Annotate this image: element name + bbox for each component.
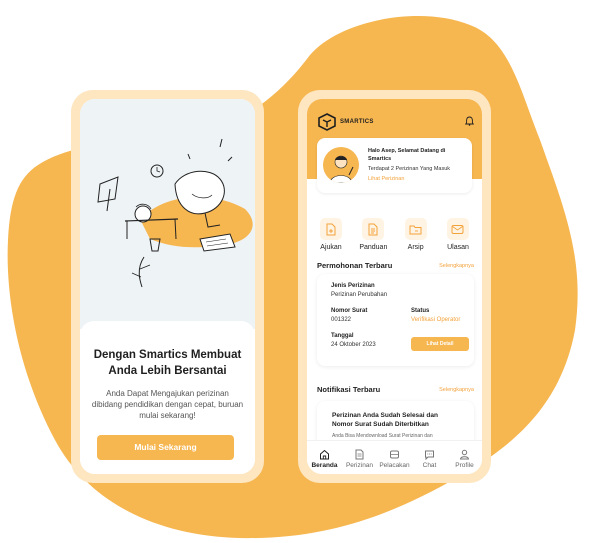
date-label: Tanggal bbox=[331, 333, 354, 339]
tab-label: Beranda bbox=[311, 461, 338, 469]
date-value: 24 Oktober 2023 bbox=[331, 342, 376, 348]
tab-label: Profile bbox=[455, 461, 474, 469]
view-permits-link[interactable]: Lihat Perizinan bbox=[368, 176, 468, 182]
tab-pelacakan[interactable]: Pelacakan bbox=[378, 449, 412, 469]
onboarding-screen: Dengan Smartics Membuat Anda Lebih Bersa… bbox=[80, 99, 255, 474]
onboarding-title: Dengan Smartics Membuat Anda Lebih Bersa… bbox=[93, 349, 242, 377]
notification-title: Perizinan Anda Sudah Selesai dan Nomor S… bbox=[332, 412, 438, 428]
requests-title: Permohonan Terbaru bbox=[317, 261, 393, 270]
start-button[interactable]: Mulai Sekarang bbox=[97, 435, 234, 460]
greeting-title: Halo Asep, Selamat Datang di Smartics bbox=[368, 148, 446, 162]
relax-illustration bbox=[80, 99, 255, 329]
scan-icon bbox=[390, 450, 399, 458]
menu-item-ulasan[interactable]: Ulasan bbox=[438, 218, 478, 251]
quick-menu: Ajukan Panduan Arsip Ulasan bbox=[311, 218, 478, 251]
document-icon bbox=[355, 449, 364, 459]
requests-header: Permohonan Terbaru Selengkapnya bbox=[317, 261, 474, 270]
tab-label: Perizinan bbox=[345, 461, 374, 469]
menu-item-ajukan[interactable]: Ajukan bbox=[311, 218, 351, 251]
requests-see-all-link[interactable]: Selengkapnya bbox=[439, 263, 474, 269]
folder-icon bbox=[404, 218, 427, 240]
greeting-subtitle: Terdapat 2 Perizinan Yang Masuk bbox=[368, 166, 451, 172]
home-icon bbox=[320, 449, 329, 459]
menu-item-panduan[interactable]: Panduan bbox=[353, 218, 393, 251]
letter-number-value: 001322 bbox=[331, 317, 352, 323]
notifications-header: Notifikasi Terbaru Selengkapnya bbox=[317, 385, 474, 394]
home-phone: SMARTICS Halo Asep, Selamat Datang di Sm… bbox=[298, 90, 491, 483]
app-logo: SMARTICS bbox=[317, 113, 374, 131]
tab-label: Chat bbox=[422, 461, 437, 469]
chat-icon bbox=[425, 450, 434, 460]
tab-label: Pelacakan bbox=[379, 461, 410, 469]
file-add-icon bbox=[320, 218, 342, 240]
avatar bbox=[323, 147, 359, 183]
view-detail-button[interactable]: Lihat Detail bbox=[411, 337, 469, 351]
permit-type-label: Jenis Perizinan bbox=[331, 283, 375, 289]
logo-icon bbox=[318, 113, 336, 131]
home-screen: SMARTICS Halo Asep, Selamat Datang di Sm… bbox=[307, 99, 482, 474]
bell-icon[interactable] bbox=[464, 113, 475, 131]
permit-type-value: Perizinan Perubahan bbox=[331, 292, 388, 298]
menu-label: Arsip bbox=[407, 244, 424, 251]
user-icon bbox=[459, 449, 470, 459]
status-value: Verifikasi Operator bbox=[411, 317, 461, 323]
onboarding-description: Anda Dapat Mengajukan perizinan dibidang… bbox=[91, 389, 244, 420]
notifications-title: Notifikasi Terbaru bbox=[317, 385, 381, 394]
menu-label: Ajukan bbox=[320, 244, 342, 251]
request-card[interactable]: Jenis Perizinan Perizinan Perubahan Nomo… bbox=[317, 274, 474, 366]
menu-label: Panduan bbox=[359, 244, 388, 251]
onboarding-phone: Dengan Smartics Membuat Anda Lebih Bersa… bbox=[71, 90, 264, 483]
status-label: Status bbox=[411, 308, 430, 314]
tab-profile[interactable]: Profile bbox=[448, 449, 482, 469]
menu-label: Ulasan bbox=[447, 244, 469, 251]
tab-beranda[interactable]: Beranda bbox=[308, 449, 342, 469]
letter-number-label: Nomor Surat bbox=[331, 308, 368, 314]
tab-chat[interactable]: Chat bbox=[413, 449, 447, 469]
menu-item-arsip[interactable]: Arsip bbox=[396, 218, 436, 251]
logo-text: SMARTICS bbox=[340, 119, 374, 125]
bottom-tab-bar: Beranda Perizinan Pelacakan Chat Profile bbox=[307, 440, 482, 474]
document-icon bbox=[362, 218, 385, 240]
greeting-card: Halo Asep, Selamat Datang di Smartics Te… bbox=[317, 138, 472, 193]
onboarding-card: Dengan Smartics Membuat Anda Lebih Bersa… bbox=[80, 321, 255, 474]
notifications-see-all-link[interactable]: Selengkapnya bbox=[439, 387, 474, 393]
message-icon bbox=[446, 218, 469, 240]
tab-perizinan[interactable]: Perizinan bbox=[343, 449, 377, 469]
